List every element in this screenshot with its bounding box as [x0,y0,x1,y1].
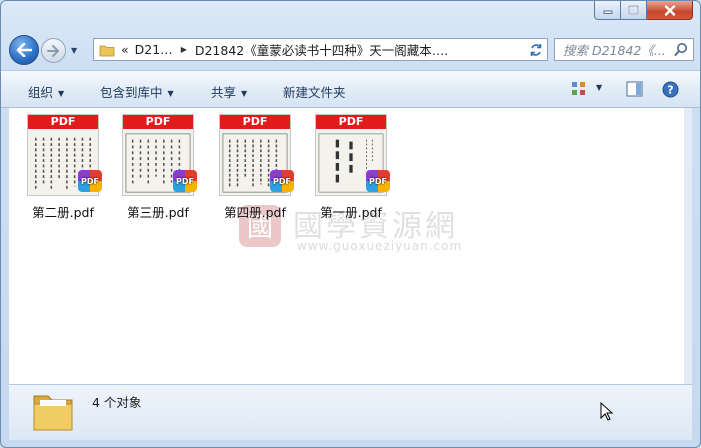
address-segment-current[interactable]: D21842《童蒙必读书十四种》天一阁藏本…. [195,40,448,59]
maximize-button[interactable] [621,1,647,20]
forward-button[interactable] [41,38,66,63]
pdf-thumbnail: PDF PDF [122,114,197,196]
command-bar: 组织 ▼ 包含到库中 ▼ 共享 ▼ 新建文件夹 ▼ ? [1,70,700,108]
pdf-app-icon: PDF [78,170,102,192]
help-button[interactable]: ? [662,81,679,101]
file-name: 第三册.pdf [127,205,189,220]
folder-large-icon [33,395,73,431]
chevron-down-icon: ▼ [167,89,174,98]
file-name: 第四册.pdf [224,205,286,220]
chevron-down-icon: ▼ [241,89,248,98]
change-view-button[interactable] [571,81,587,100]
chevron-right-icon[interactable]: ▶ [181,45,187,54]
preview-pane-button[interactable] [626,81,643,100]
pdf-band: PDF [123,115,193,129]
caption-buttons [594,1,693,20]
folder-icon [99,43,115,57]
organize-menu[interactable]: 组织 ▼ [28,82,64,101]
new-folder-label: 新建文件夹 [283,85,346,100]
chevron-down-icon: ▼ [58,89,65,98]
vertical-scroll-strip [684,108,692,384]
back-arrow-icon [16,43,32,57]
organize-label: 组织 [28,85,54,100]
pdf-band: PDF [28,115,98,129]
file-item[interactable]: PDF PDF 第一册.pdf [309,114,393,221]
file-name: 第一册.pdf [320,205,382,220]
address-overflow-chevron[interactable]: « [121,42,129,57]
view-dropdown-icon[interactable]: ▼ [596,83,602,92]
pdf-app-icon: PDF [366,170,390,192]
file-item[interactable]: PDF PDF 第三册.pdf [116,114,200,221]
pdf-app-icon: PDF [270,170,294,192]
include-in-library-menu[interactable]: 包含到库中 ▼ [100,82,174,101]
minimize-icon [603,10,612,14]
search-placeholder: 搜索 D21842《... [563,43,666,58]
mouse-pointer-icon [600,402,614,421]
pdf-app-icon: PDF [173,170,197,192]
item-count: 4 个对象 [92,395,142,410]
close-button[interactable] [647,1,693,20]
include-in-library-label: 包含到库中 [100,85,163,100]
file-item[interactable]: PDF PDF 第二册.pdf [21,114,105,221]
preview-pane-icon [626,81,643,97]
forward-arrow-icon [47,44,59,57]
file-name: 第二册.pdf [32,205,94,220]
search-input[interactable]: 搜索 D21842《... [554,38,694,61]
explorer-window: ▼ « D21… ▶ D21842《童蒙必读书十四种》天一阁藏本…. ▼ 搜索 … [0,0,701,448]
details-pane: 4 个对象 [9,384,692,440]
search-icon[interactable] [674,42,688,60]
svg-text:?: ? [667,84,673,97]
new-folder-button[interactable]: 新建文件夹 [283,82,346,101]
address-bar[interactable]: « D21… ▶ D21842《童蒙必读书十四种》天一阁藏本…. ▼ [93,38,546,61]
refresh-button[interactable] [524,38,548,61]
maximize-icon [628,5,639,15]
address-segment-parent[interactable]: D21… [135,42,173,57]
file-item[interactable]: PDF PDF 第四册.pdf [213,114,297,221]
back-button[interactable] [9,35,39,65]
pdf-band: PDF [316,115,386,129]
share-menu[interactable]: 共享 ▼ [211,82,247,101]
close-icon [664,4,675,16]
minimize-button[interactable] [594,1,621,20]
pdf-thumbnail: PDF PDF [27,114,102,196]
pdf-thumbnail: PDF PDF [315,114,390,196]
pdf-band: PDF [220,115,290,129]
file-list-pane[interactable]: 國 國學資源網 www.guoxueziyuan.com PDF PDF 第二册… [9,108,692,384]
pdf-thumbnail: PDF PDF [219,114,294,196]
help-icon: ? [662,81,679,98]
recent-pages-dropdown[interactable]: ▼ [71,46,77,55]
refresh-icon [530,43,541,56]
share-label: 共享 [211,85,237,100]
view-options-icon [572,82,585,95]
watermark-url: www.guoxueziyuan.com [297,239,463,253]
